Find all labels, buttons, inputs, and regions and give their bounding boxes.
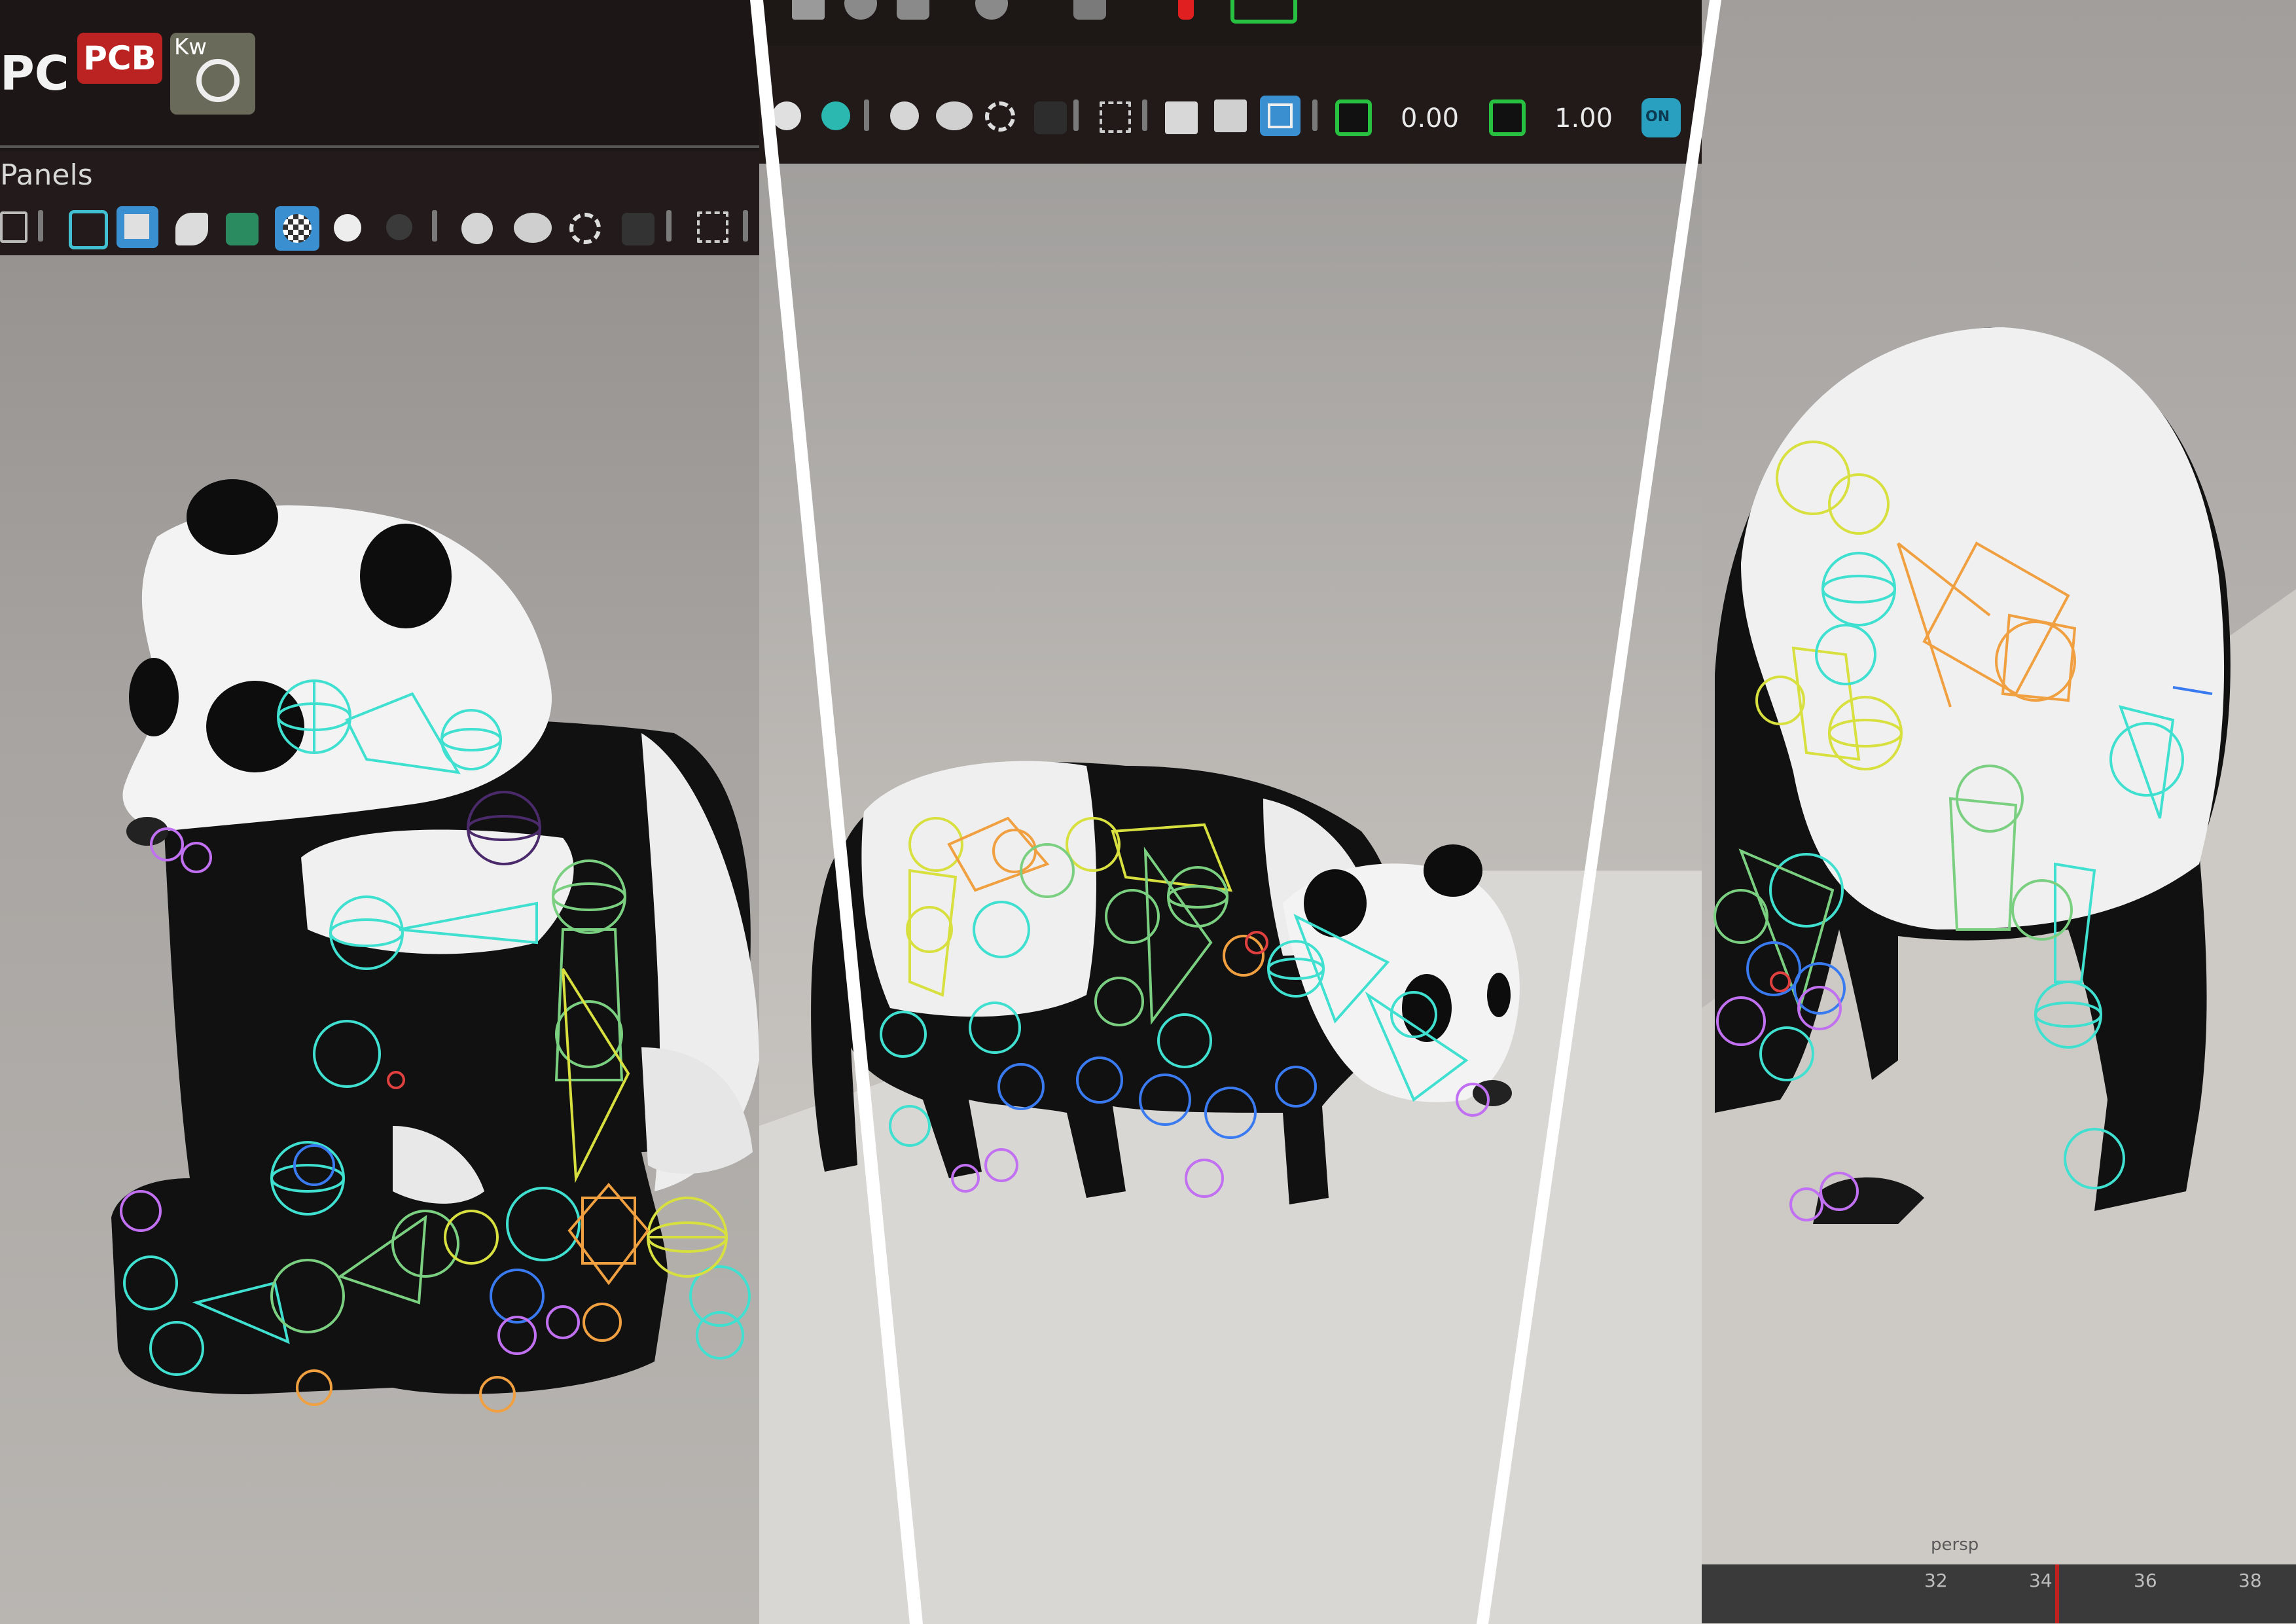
panel-dividers — [750, 0, 1721, 1624]
divider-left — [750, 0, 923, 1624]
divider-right — [1477, 0, 1721, 1624]
composite-screenshot: PC PCB Kw Panels 0.00 1.00 ON persp 32 3… — [0, 0, 2296, 1624]
